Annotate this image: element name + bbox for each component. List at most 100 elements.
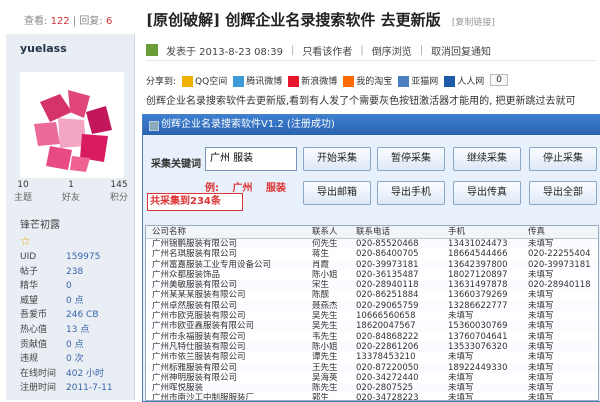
author-username[interactable]: yuelass	[20, 42, 67, 55]
column-header[interactable]: 联系电话	[356, 226, 448, 238]
table-row[interactable]: 广州市欧亚鑫服装有限公司 吴先生 18620047567 15360030769 未填写	[146, 321, 598, 332]
share-bar: 分享到: QQ空间 腾讯微博 新浪微博 我的淘宝 亚猫网 人人网 0	[146, 72, 596, 88]
post-meta: 发表于 2013-8-23 08:39 | 只看该作者 | 倒序浏览 | 取消回…	[146, 40, 596, 61]
table-cell: 未填写	[528, 352, 554, 363]
table-body: 广州锦鹏服装有限公司 何先生 020-85520468 13431024473 未填写广…	[146, 239, 598, 400]
share-item-label: 亚猫网	[411, 76, 439, 87]
table-cell: 18664544466	[448, 249, 508, 260]
table-cell: 吴先生	[312, 321, 338, 332]
table-cell: 020-86400705	[356, 249, 419, 260]
info-key: 精华	[20, 281, 39, 292]
info-key: 违规	[20, 354, 39, 365]
table-cell: 18922449330	[448, 362, 508, 373]
stat-label: 积分	[109, 193, 128, 203]
window-title: 创辉企业名录搜索软件V1.2 (注册成功)	[161, 119, 335, 130]
views-label: 查看:	[24, 16, 48, 27]
resume-collect-button[interactable]: 继续采集	[453, 147, 521, 171]
info-key: 帖子	[20, 266, 39, 277]
stat-value: 1	[68, 180, 74, 190]
column-header[interactable]: 传真	[528, 226, 598, 238]
stat-points[interactable]: 145 积分	[110, 180, 128, 203]
reverse-order-link[interactable]: 倒序浏览	[372, 43, 412, 58]
stat-topics[interactable]: 10 主题	[14, 180, 32, 203]
table-cell: 13760704641	[448, 331, 508, 342]
table-row[interactable]: 广州某某某服装有限公司 陈靓 020-86251884 13660379269 未填写	[146, 290, 598, 300]
stop-collect-button[interactable]: 停止采集	[529, 147, 597, 171]
table-cell: 广州晖悦服装	[152, 383, 204, 394]
start-collect-button[interactable]: 开始采集	[303, 147, 371, 171]
table-row[interactable]: 广州富嘉服装工业专用设备公司 肖霞 020-39973181 13642397800 0…	[146, 259, 598, 270]
table-row[interactable]: 广州标雅服装有限公司 王先生 020-87220050 18922449330 未填写	[146, 362, 598, 373]
table-row[interactable]: 广州市永福服装有限公司 韦先生 020-84868222 13760704641 未填写	[146, 332, 598, 342]
share-count: 0	[490, 74, 509, 86]
pause-collect-button[interactable]: 暂停采集	[377, 147, 445, 171]
table-cell: 蒋生	[312, 249, 330, 260]
column-header[interactable]: 手机	[448, 226, 528, 238]
info-value: 0 次	[66, 354, 84, 365]
info-row: 威望 0 点	[20, 294, 130, 309]
table-row[interactable]: 广州众都服装饰品 陈小姐 020-36135487 18027120897 未填写	[146, 270, 598, 280]
table-row[interactable]: 广州卓然服装有限公司 聂燕杰 020-29065759 13286622777 未填写	[146, 300, 598, 312]
cancel-notify-link[interactable]: 取消回复通知	[431, 43, 491, 58]
table-cell: 广州市欧克服装有限公司	[152, 311, 246, 322]
share-qzone[interactable]: QQ空间	[182, 74, 227, 87]
export-all-button[interactable]: 导出全部	[529, 181, 597, 205]
copy-link[interactable]: [复制链接]	[452, 18, 495, 28]
window-titlebar: 创辉企业名录搜索软件V1.2 (注册成功)	[143, 115, 600, 135]
tencent-weibo-icon	[233, 75, 245, 87]
table-cell: 未填写	[448, 383, 474, 394]
table-cell: 广州市永福服装有限公司	[152, 331, 246, 342]
table-row[interactable]: 广州晖悦服装 陈先生 020-2807525 未填写 未填写	[146, 383, 598, 394]
results-table[interactable]: 公司名称 联系人 联系电话 手机 传真 广州锦鹏服装有限公司 何先生 020-855…	[145, 225, 599, 401]
share-renren[interactable]: 人人网	[444, 74, 484, 87]
export-mobile-button[interactable]: 导出手机	[377, 181, 445, 205]
stat-label: 主题	[14, 193, 33, 203]
stat-value: 10	[17, 180, 29, 190]
share-label: 分享到:	[146, 76, 177, 87]
column-header[interactable]: 公司名称	[146, 226, 312, 238]
table-cell: 何先生	[312, 239, 338, 249]
table-row[interactable]: 广州锦鹏服装有限公司 何先生 020-85520468 13431024473 未填写	[146, 239, 598, 250]
table-cell: 13660379269	[448, 290, 508, 301]
table-cell: 020-86251884	[356, 290, 419, 301]
table-cell: 聂燕杰	[312, 300, 338, 311]
share-taobao[interactable]: 我的淘宝	[343, 74, 392, 87]
views-count: 122	[50, 16, 70, 27]
share-yamao[interactable]: 亚猫网	[398, 74, 438, 87]
table-cell: 10666560658	[356, 311, 416, 322]
share-sina-weibo[interactable]: 新浪微博	[288, 74, 337, 87]
export-fax-button[interactable]: 导出传真	[453, 181, 521, 205]
table-cell: 广州锦鹏服装有限公司	[152, 239, 238, 249]
info-value: 159975	[66, 252, 101, 262]
thread-header: 查看: 122 | 回复: 6 [原创破解] 创辉企业名录搜索软件 去更新版 […	[0, 0, 600, 34]
table-cell: 未填写	[528, 383, 554, 394]
column-header[interactable]: 联系人	[312, 226, 356, 238]
table-cell: 陈先生	[312, 383, 338, 394]
table-row[interactable]: 广州名琪服装有限公司 蒋生 020-86400705 18664544466 020-2…	[146, 249, 598, 259]
table-cell: 020-34272440	[356, 372, 419, 383]
stat-friends[interactable]: 1 好友	[62, 180, 80, 203]
table-row[interactable]: 广州凡特仕服装有限公司 陈小姐 020-22861206 13533076320 未填写	[146, 341, 598, 353]
keyword-input[interactable]	[205, 147, 297, 171]
share-tencent-weibo[interactable]: 腾讯微博	[233, 74, 282, 87]
table-row[interactable]: 广州市依兰服装有限公司 谭先生 13378453210 未填写 未填写	[146, 352, 598, 362]
table-cell: 广州神明服装有限公司	[152, 372, 238, 383]
only-author-link[interactable]: 只看该作者	[302, 43, 352, 58]
table-row[interactable]: 广州市欧克服装有限公司 吴先生 10666560658 未填写 未填写	[146, 311, 598, 321]
info-key: 注册时间	[20, 383, 57, 394]
avatar[interactable]	[20, 72, 124, 178]
info-value[interactable]: 238	[66, 265, 83, 280]
export-email-button[interactable]: 导出邮箱	[303, 181, 371, 205]
renren-icon	[444, 75, 456, 87]
table-cell: 广州市依兰服装有限公司	[152, 352, 246, 363]
info-key: UID	[20, 252, 37, 262]
author-info: UID 159975 帖子 238 精华 0 威望 0 点 吾爱币 246 CB 热心值 1…	[20, 250, 130, 396]
table-row[interactable]: 广州美敏服装有限公司 宋生 020-28940118 13631497878 020-2…	[146, 280, 598, 291]
table-cell: 吴海英	[312, 372, 338, 383]
share-item-label: 新浪微博	[301, 76, 338, 87]
user-rank: 锋芒初露	[20, 220, 60, 231]
info-row: 帖子 238	[20, 265, 130, 280]
table-row[interactable]: 广州神明服装有限公司 吴海英 020-34272440 未填写 未填写	[146, 373, 598, 383]
table-cell: 13642397800	[448, 259, 508, 270]
info-key: 在线时间	[20, 368, 57, 379]
